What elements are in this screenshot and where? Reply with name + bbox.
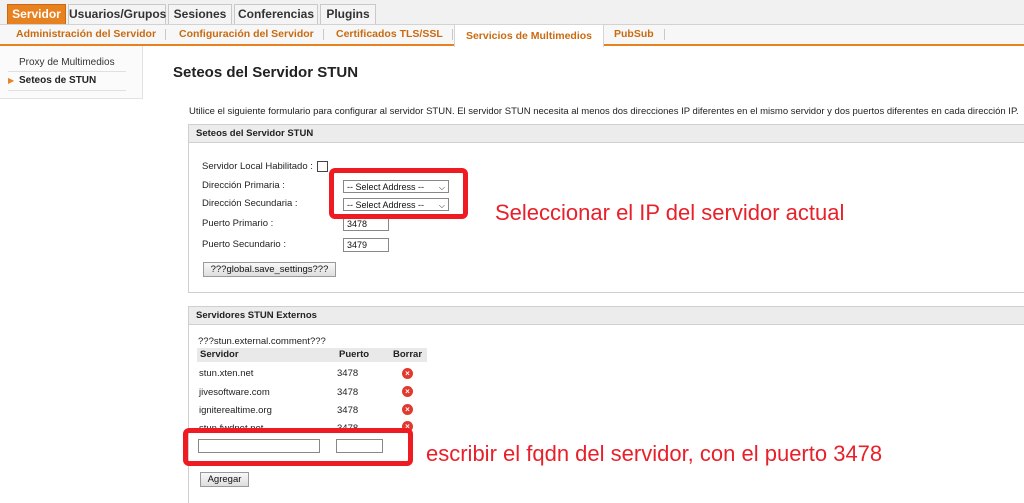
table-row-port: 3478 — [337, 387, 359, 398]
local-enabled-checkbox[interactable] — [317, 161, 328, 172]
intro-text: Utilice el siguiente formulario para con… — [189, 106, 1019, 117]
subtab-multimedios[interactable]: Servicios de Multimedios — [454, 24, 604, 47]
local-enabled-label: Servidor Local Habilitado : — [202, 161, 313, 172]
save-settings-button[interactable]: ???global.save_settings??? — [203, 262, 336, 277]
primary-port-input[interactable]: 3478 — [343, 217, 389, 231]
subtab-pubsub[interactable]: PubSub — [614, 25, 654, 44]
annotation-text-select-ip: Seleccionar el IP del servidor actual — [495, 200, 845, 225]
column-header-port: Puerto — [339, 349, 370, 360]
subtab-certificados[interactable]: Certificados TLS/SSL — [336, 25, 443, 44]
subtab-separator — [452, 29, 453, 40]
page-title: Seteos del Servidor STUN — [173, 64, 359, 81]
primary-address-label: Dirección Primaria : — [202, 180, 285, 191]
sidebar-item-proxy[interactable]: Proxy de Multimedios — [19, 57, 115, 68]
tab-usuarios-grupos[interactable]: Usuarios/Grupos — [68, 4, 166, 24]
table-row-server: stun.xten.net — [199, 368, 254, 379]
tab-servidor[interactable]: Servidor — [7, 4, 66, 24]
primary-port-label: Puerto Primario : — [202, 218, 274, 229]
add-server-button[interactable]: Agregar — [200, 472, 249, 487]
subtab-separator — [165, 29, 166, 40]
tab-conferencias[interactable]: Conferencias — [234, 4, 318, 24]
secondary-address-label: Dirección Secundaria : — [202, 198, 298, 209]
chevron-right-icon: ▶ — [8, 76, 15, 85]
secondary-port-input[interactable]: 3479 — [343, 238, 389, 252]
settings-panel-title: Seteos del Servidor STUN — [189, 125, 1024, 143]
annotation-text-fqdn: escribir el fqdn del servidor, con el pu… — [426, 441, 883, 466]
table-row-port: 3478 — [337, 368, 359, 379]
subtab-administracion[interactable]: Administración del Servidor — [16, 25, 156, 44]
external-panel-title: Servidores STUN Externos — [189, 307, 1024, 325]
subtab-configuracion[interactable]: Configuración del Servidor — [179, 25, 314, 44]
annotation-box-fqdn — [183, 428, 413, 466]
subtab-separator — [664, 29, 665, 40]
sidebar-divider — [8, 90, 126, 91]
column-header-server: Servidor — [200, 349, 239, 360]
table-row-port: 3478 — [337, 405, 359, 416]
sidebar-divider — [8, 71, 126, 72]
secondary-port-label: Puerto Secundario : — [202, 239, 286, 250]
annotation-box-address — [329, 168, 468, 219]
sub-nav: Administración del Servidor Configuració… — [0, 24, 1024, 47]
column-header-delete: Borrar — [393, 349, 423, 360]
subtab-separator — [323, 29, 324, 40]
delete-icon[interactable]: × — [402, 368, 413, 379]
table-row-server: igniterealtime.org — [199, 405, 272, 416]
sidebar — [0, 46, 143, 99]
tab-plugins[interactable]: Plugins — [320, 4, 376, 24]
delete-icon[interactable]: × — [402, 404, 413, 415]
delete-icon[interactable]: × — [402, 386, 413, 397]
top-nav: Servidor Usuarios/Grupos Sesiones Confer… — [0, 0, 1024, 25]
tab-sesiones[interactable]: Sesiones — [168, 4, 232, 24]
sidebar-item-stun[interactable]: Seteos de STUN — [19, 75, 96, 86]
table-row-server: jivesoftware.com — [199, 387, 270, 398]
external-comment: ???stun.external.comment??? — [198, 336, 326, 347]
